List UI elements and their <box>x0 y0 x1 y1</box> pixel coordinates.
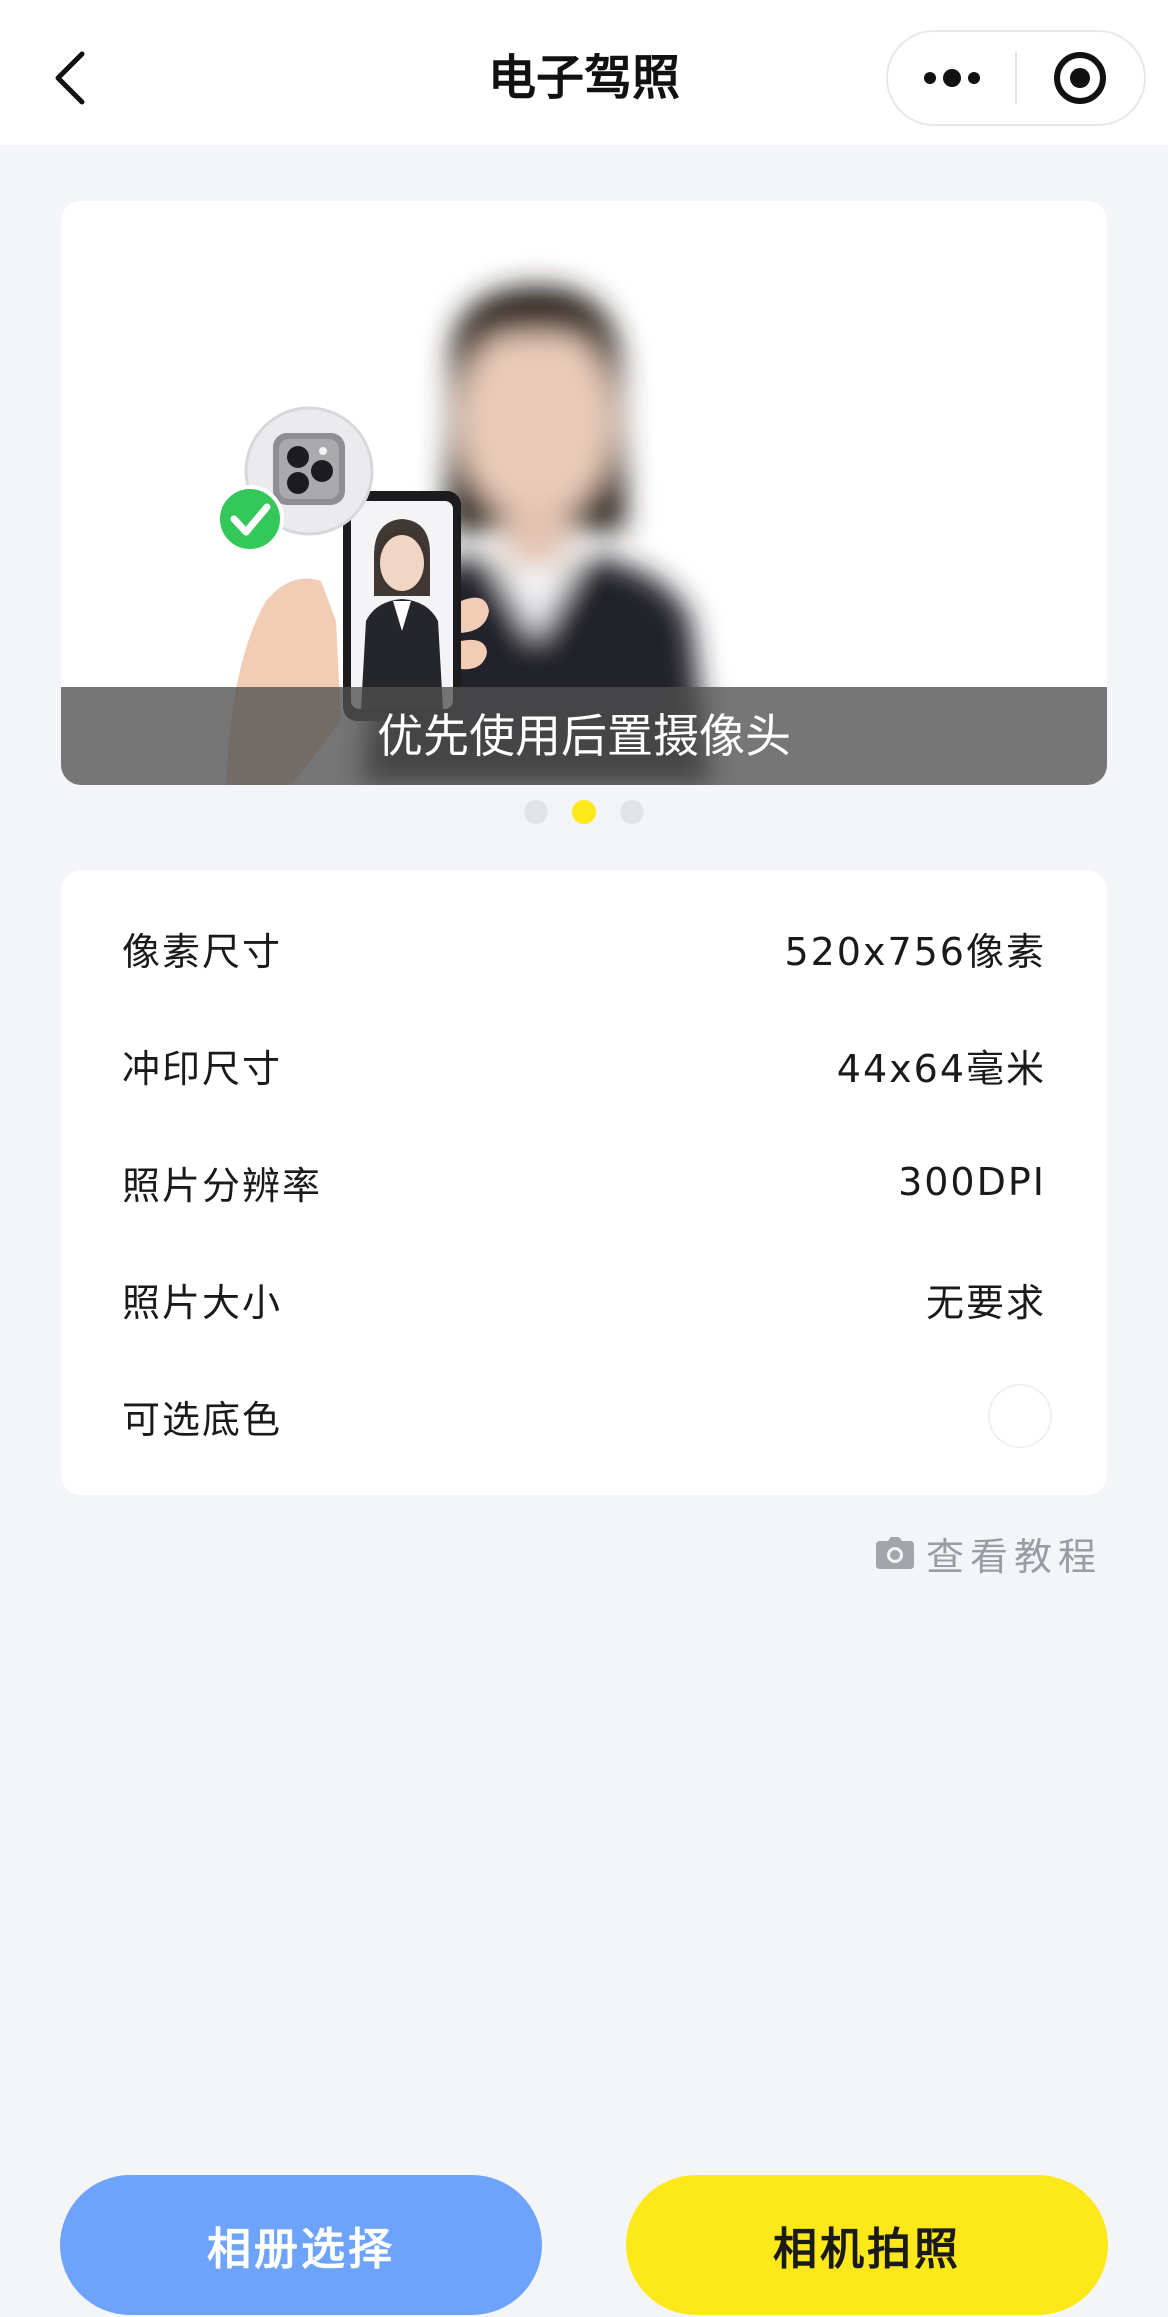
page: 电子驾照 优先使用后置摄像头 像素尺寸 520x756像素 冲印尺寸 44x64… <box>0 0 1168 2317</box>
more-button[interactable] <box>888 32 1015 124</box>
carousel-dot-3[interactable] <box>620 800 644 824</box>
spec-value: 无要求 <box>925 1280 1046 1325</box>
carousel-dot-2[interactable] <box>572 800 596 824</box>
spec-label: 照片大小 <box>122 1280 283 1325</box>
spec-row-file-size: 照片大小 无要求 <box>61 1249 1107 1349</box>
carousel-dot-1[interactable] <box>524 800 548 824</box>
spec-label: 像素尺寸 <box>122 929 283 974</box>
spec-value: 300DPI <box>898 1160 1046 1204</box>
spec-row-print-size: 冲印尺寸 44x64毫米 <box>61 1015 1107 1115</box>
spec-label: 冲印尺寸 <box>122 1046 283 1091</box>
mini-program-capsule <box>886 30 1146 126</box>
take-photo-button[interactable]: 相机拍照 <box>626 2175 1108 2315</box>
nav-bar: 电子驾照 <box>0 0 1168 145</box>
photo-spec-card: 像素尺寸 520x756像素 冲印尺寸 44x64毫米 照片分辨率 300DPI… <box>61 870 1107 1495</box>
background-color-swatch-white[interactable] <box>988 1384 1052 1448</box>
spec-row-background-color: 可选底色 <box>61 1366 1107 1466</box>
spec-row-pixel-size: 像素尺寸 520x756像素 <box>61 898 1107 998</box>
spec-label: 照片分辨率 <box>122 1163 323 1208</box>
tutorial-label: 查看教程 <box>926 1534 1103 1579</box>
spec-label: 可选底色 <box>122 1397 283 1442</box>
banner-caption: 优先使用后置摄像头 <box>61 687 1107 785</box>
camera-icon <box>876 1537 914 1569</box>
carousel-indicator <box>0 800 1168 824</box>
more-dots-icon <box>923 69 980 87</box>
guide-banner[interactable]: 优先使用后置摄像头 <box>61 201 1107 785</box>
spec-value: 520x756像素 <box>784 929 1046 974</box>
spec-row-resolution: 照片分辨率 300DPI <box>61 1132 1107 1232</box>
target-circle-icon <box>1054 52 1107 104</box>
close-mini-program-button[interactable] <box>1017 32 1144 124</box>
view-tutorial-link[interactable]: 查看教程 <box>876 1525 1102 1581</box>
check-icon <box>216 485 284 553</box>
choose-from-album-button[interactable]: 相册选择 <box>60 2175 542 2315</box>
spec-value: 44x64毫米 <box>836 1046 1046 1091</box>
